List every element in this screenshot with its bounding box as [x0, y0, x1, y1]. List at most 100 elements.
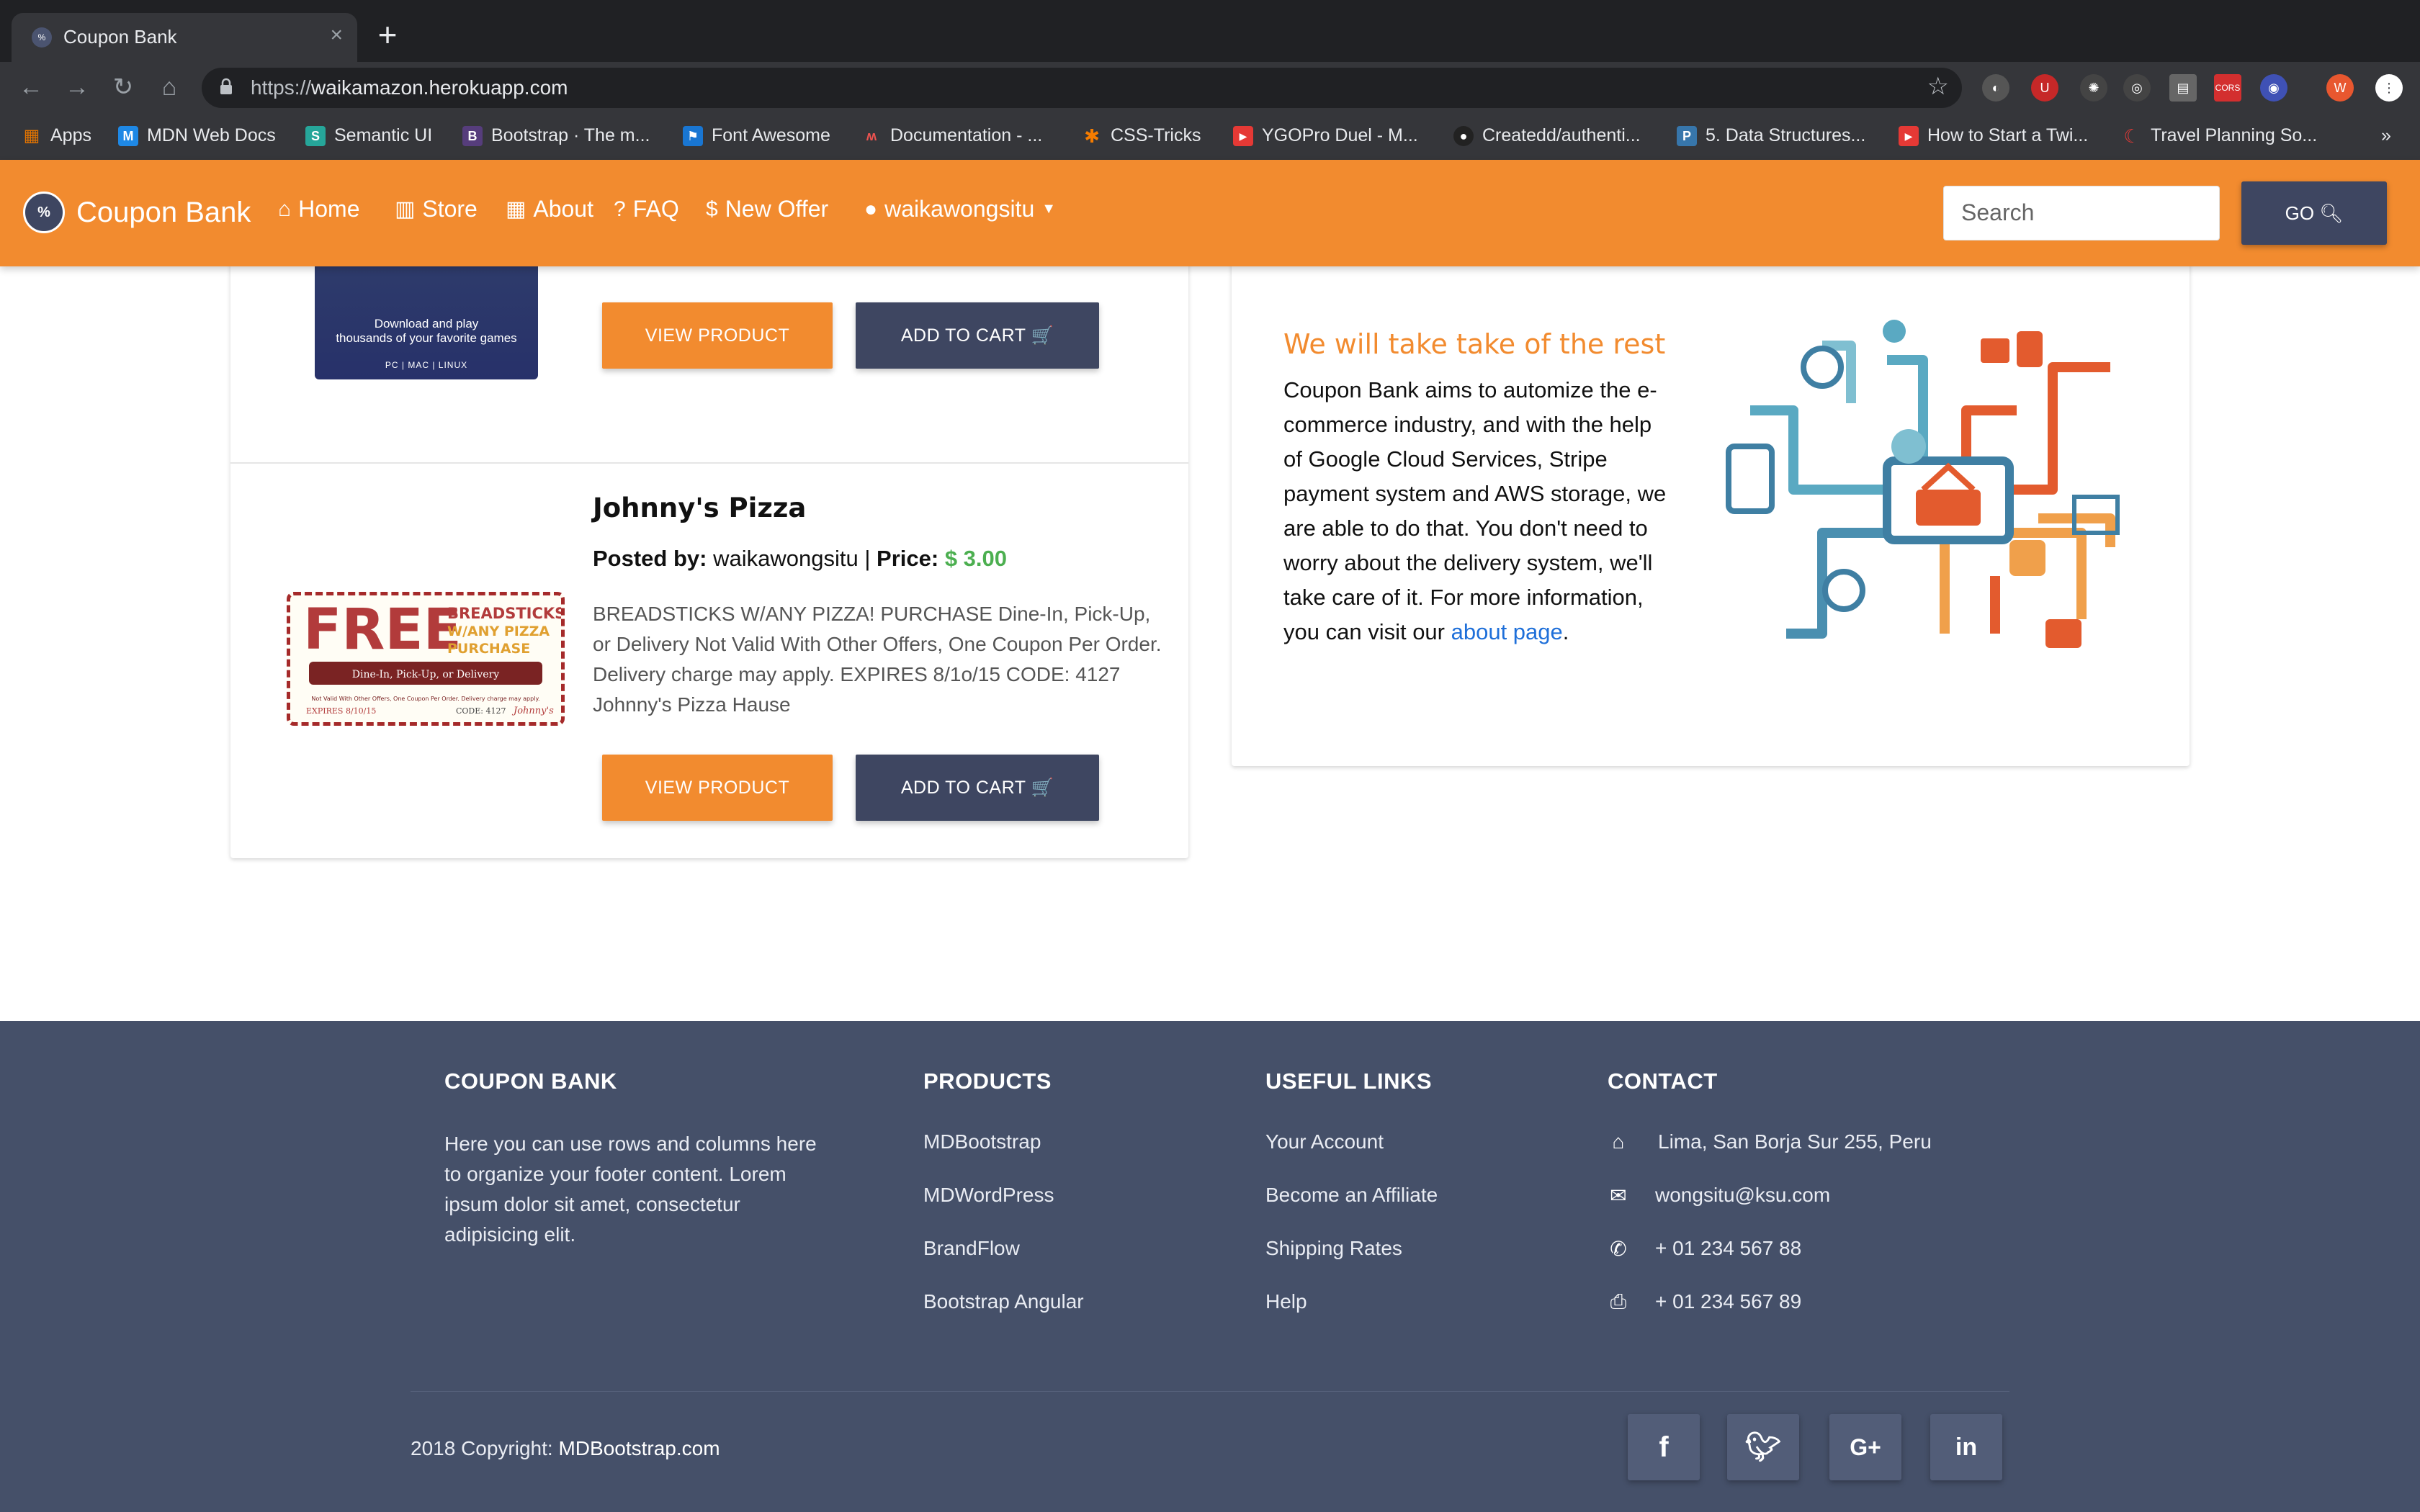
bookmark-bootstrap[interactable]: B Bootstrap · The m...: [462, 125, 650, 146]
new-tab-button[interactable]: +: [367, 16, 408, 56]
bookmarks-bar: ▦ Apps M MDN Web Docs S Semantic UI B Bootst…: [0, 114, 2420, 160]
copyright-link[interactable]: MDBootstrap.com: [558, 1437, 720, 1459]
nav-store[interactable]: ▥ Store: [395, 196, 478, 222]
linkedin-icon[interactable]: in: [1930, 1414, 2002, 1480]
google-plus-icon[interactable]: G+: [1829, 1414, 1901, 1480]
footer-fax: + 01 234 567 89: [1655, 1290, 1802, 1313]
browser-tab[interactable]: % Coupon Bank ×: [12, 13, 357, 62]
svg-text:PURCHASE: PURCHASE: [447, 641, 530, 657]
hand-holding-usd-icon: $: [706, 197, 718, 221]
bookmark-font-awesome[interactable]: ⚑ Font Awesome: [683, 125, 830, 146]
bookmark-youtube[interactable]: ▶ How to Start a Twi...: [1899, 125, 2088, 146]
cors-off-icon[interactable]: ▤: [2169, 74, 2197, 102]
footer-title-coupon-bank: COUPON BANK: [444, 1068, 617, 1094]
url-scheme: https://: [251, 76, 312, 99]
caret-down-icon: ▼: [1041, 201, 1057, 217]
footer-email: wongsitu@ksu.com: [1655, 1184, 1831, 1206]
store-icon: ▥: [395, 197, 416, 221]
about-page-link[interactable]: about page: [1451, 619, 1563, 644]
search-go-button[interactable]: GO 🔍︎: [2241, 181, 2387, 245]
coupon-bank-favicon-icon: %: [32, 27, 52, 48]
footer-link-shipping-rates[interactable]: Shipping Rates: [1265, 1237, 1402, 1260]
nav-user-dropdown[interactable]: ● waikawongsitu ▼: [864, 196, 1056, 222]
envelope-icon: ✉: [1610, 1184, 1627, 1207]
bookmark-mdn[interactable]: M MDN Web Docs: [118, 125, 276, 146]
home-icon: ⌂: [278, 197, 292, 221]
cart-icon: 🛒: [1031, 325, 1054, 346]
add-to-cart-button[interactable]: ADD TO CART 🛒: [856, 302, 1099, 369]
address-bar[interactable]: https://waikamazon.herokuapp.com ☆: [202, 68, 1962, 108]
target-extension-icon[interactable]: ◎: [2123, 74, 2151, 102]
footer-title-contact: CONTACT: [1608, 1068, 1718, 1094]
close-tab-icon[interactable]: ×: [330, 23, 343, 48]
nav-new-offer[interactable]: $ New Offer: [706, 196, 828, 222]
ublock-icon[interactable]: U: [2031, 74, 2058, 102]
svg-text:EXPIRES 8/10/15: EXPIRES 8/10/15: [306, 706, 376, 716]
extension-icon[interactable]: ◐: [1982, 74, 2009, 102]
footer-link-mdwordpress[interactable]: MDWordPress: [923, 1184, 1054, 1207]
footer-link-brandflow[interactable]: BrandFlow: [923, 1237, 1020, 1260]
bookmark-ygopro[interactable]: ▶ YGOPro Duel - M...: [1233, 125, 1418, 146]
youtube-icon: ▶: [1899, 125, 1919, 146]
brand[interactable]: % Coupon Bank: [23, 192, 251, 233]
product-description: BREADSTICKS W/ANY PIZZA! PURCHASE Dine-I…: [593, 603, 1162, 716]
bookmark-travel[interactable]: ☾ Travel Planning So...: [2122, 125, 2317, 146]
bookmarks-overflow[interactable]: »: [2381, 125, 2391, 146]
svg-text:BREADSTICKS: BREADSTICKS: [447, 605, 561, 622]
product-author: waikawongsitu: [713, 546, 859, 571]
coupon-bank-logo-icon: %: [23, 192, 65, 233]
home-icon: ⌂: [1612, 1130, 1625, 1153]
back-icon[interactable]: ←: [14, 71, 48, 104]
bootstrap-icon: B: [462, 125, 483, 146]
copyright: 2018 Copyright: MDBootstrap.com: [411, 1437, 720, 1459]
facebook-icon[interactable]: f: [1628, 1414, 1700, 1480]
footer-link-bootstrap-angular[interactable]: Bootstrap Angular: [923, 1290, 1084, 1313]
cors-icon[interactable]: CORS: [2214, 74, 2241, 102]
view-product-button[interactable]: VIEW PRODUCT: [602, 755, 833, 821]
footer-phone: + 01 234 567 88: [1655, 1237, 1802, 1259]
nav-home[interactable]: ⌂ Home: [278, 196, 359, 222]
bookmark-documentation[interactable]: ʍ Documentation - ...: [861, 125, 1042, 146]
svg-text:W/ANY PIZZA: W/ANY PIZZA: [447, 624, 550, 639]
product-price: $ 3.00: [944, 546, 1008, 571]
info-text: Coupon Bank aims to automize the e-comme…: [1283, 377, 1667, 644]
python-icon: P: [1677, 125, 1697, 146]
info-card: We will take take of the rest Coupon Ban…: [1232, 202, 2190, 766]
search-input[interactable]: Search: [1943, 186, 2220, 240]
bookmark-css-tricks[interactable]: ✱ CSS-Tricks: [1082, 125, 1201, 146]
footer-about-text: Here you can use rows and columns here t…: [444, 1133, 817, 1246]
spy-extension-icon[interactable]: ◉: [2260, 74, 2287, 102]
menu-icon[interactable]: ⋮: [2375, 74, 2403, 102]
home-icon[interactable]: ⌂: [153, 71, 186, 104]
footer-link-your-account[interactable]: Your Account: [1265, 1130, 1384, 1153]
cart-icon: 🛒: [1031, 778, 1054, 798]
forward-icon[interactable]: →: [60, 71, 94, 104]
twitter-icon[interactable]: 🐦︎: [1727, 1414, 1799, 1480]
footer-link-mdbootstrap[interactable]: MDBootstrap: [923, 1130, 1041, 1153]
footer-title-products: PRODUCTS: [923, 1068, 1052, 1094]
view-product-button[interactable]: VIEW PRODUCT: [602, 302, 833, 369]
print-icon: ⎙: [1610, 1290, 1627, 1313]
footer-link-become-affiliate[interactable]: Become an Affiliate: [1265, 1184, 1438, 1207]
footer-link-help[interactable]: Help: [1265, 1290, 1307, 1313]
bookmark-semantic-ui[interactable]: S Semantic UI: [305, 125, 432, 146]
reload-icon[interactable]: ↻: [107, 71, 140, 104]
svg-text:FREE: FREE: [303, 598, 462, 662]
profile-avatar[interactable]: W: [2326, 74, 2354, 102]
nav-about[interactable]: ▦ About: [506, 196, 593, 222]
add-to-cart-button[interactable]: ADD TO CART 🛒: [856, 755, 1099, 821]
bookmark-github[interactable]: ● Createdd/authenti...: [1453, 125, 1641, 146]
bookmark-star-icon[interactable]: ☆: [1927, 72, 1949, 101]
bookmark-apps[interactable]: ▦ Apps: [22, 125, 91, 146]
info-title: We will take take of the rest: [1283, 328, 1666, 360]
ecommerce-illustration: [1726, 320, 2120, 648]
product-divider: [230, 462, 1188, 464]
product-meta: Posted by: waikawongsitu | Price: $ 3.00: [593, 546, 1008, 571]
bookmark-python[interactable]: P 5. Data Structures...: [1677, 125, 1865, 146]
browser-toolbar: ← → ↻ ⌂ https://waikamazon.herokuapp.com…: [0, 62, 2420, 114]
react-devtools-icon[interactable]: ✺: [2080, 74, 2107, 102]
nav-faq[interactable]: ? FAQ: [614, 196, 679, 222]
footer: COUPON BANK Here you can use rows and co…: [0, 1021, 2420, 1512]
youtube-icon: ▶: [1233, 125, 1253, 146]
apps-grid-icon: ▦: [23, 125, 40, 145]
